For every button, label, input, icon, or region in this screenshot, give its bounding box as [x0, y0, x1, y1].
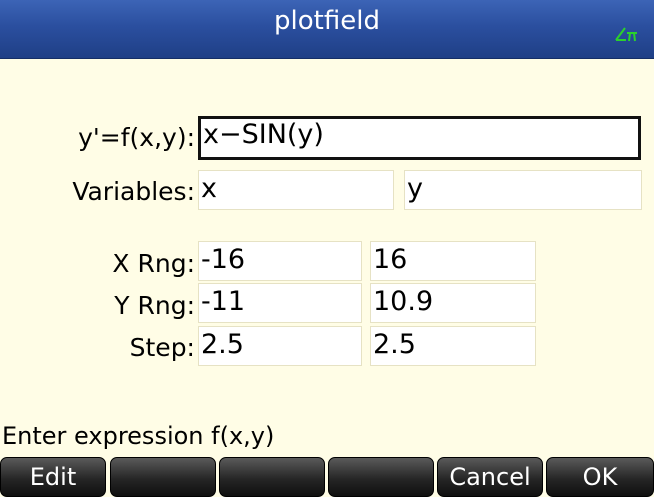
angle-radians-icon: [615, 27, 637, 42]
step-y-field[interactable]: 2.5: [370, 326, 536, 366]
step-x-field[interactable]: 2.5: [198, 326, 362, 366]
x-range-max-field[interactable]: 16: [370, 241, 536, 281]
softkey-edit[interactable]: Edit: [0, 457, 106, 497]
x-range-min-field[interactable]: -16: [198, 241, 362, 281]
softkey-4[interactable]: [328, 457, 434, 497]
help-text: Enter expression f(x,y): [2, 422, 275, 450]
softkey-ok[interactable]: OK: [546, 457, 654, 497]
calculator-screen: plotfield y'=f(x,y): x−SIN(y) Variables:…: [0, 0, 654, 497]
softkey-2[interactable]: [110, 457, 216, 497]
variable-x-field[interactable]: x: [198, 170, 394, 210]
softkey-3[interactable]: [219, 457, 325, 497]
variable-y-field[interactable]: y: [404, 170, 642, 210]
expression-field[interactable]: x−SIN(y): [198, 116, 641, 160]
y-range-max-field[interactable]: 10.9: [370, 283, 536, 323]
x-range-label: X Rng:: [112, 249, 195, 278]
y-range-min-field[interactable]: -11: [198, 283, 362, 323]
variables-label: Variables:: [72, 177, 195, 206]
expression-label: y'=f(x,y):: [78, 123, 195, 152]
page-title: plotfield: [274, 6, 380, 36]
y-range-label: Y Rng:: [114, 291, 195, 320]
step-label: Step:: [129, 333, 195, 362]
softkey-cancel[interactable]: Cancel: [437, 457, 543, 497]
title-bar: plotfield: [0, 0, 654, 59]
